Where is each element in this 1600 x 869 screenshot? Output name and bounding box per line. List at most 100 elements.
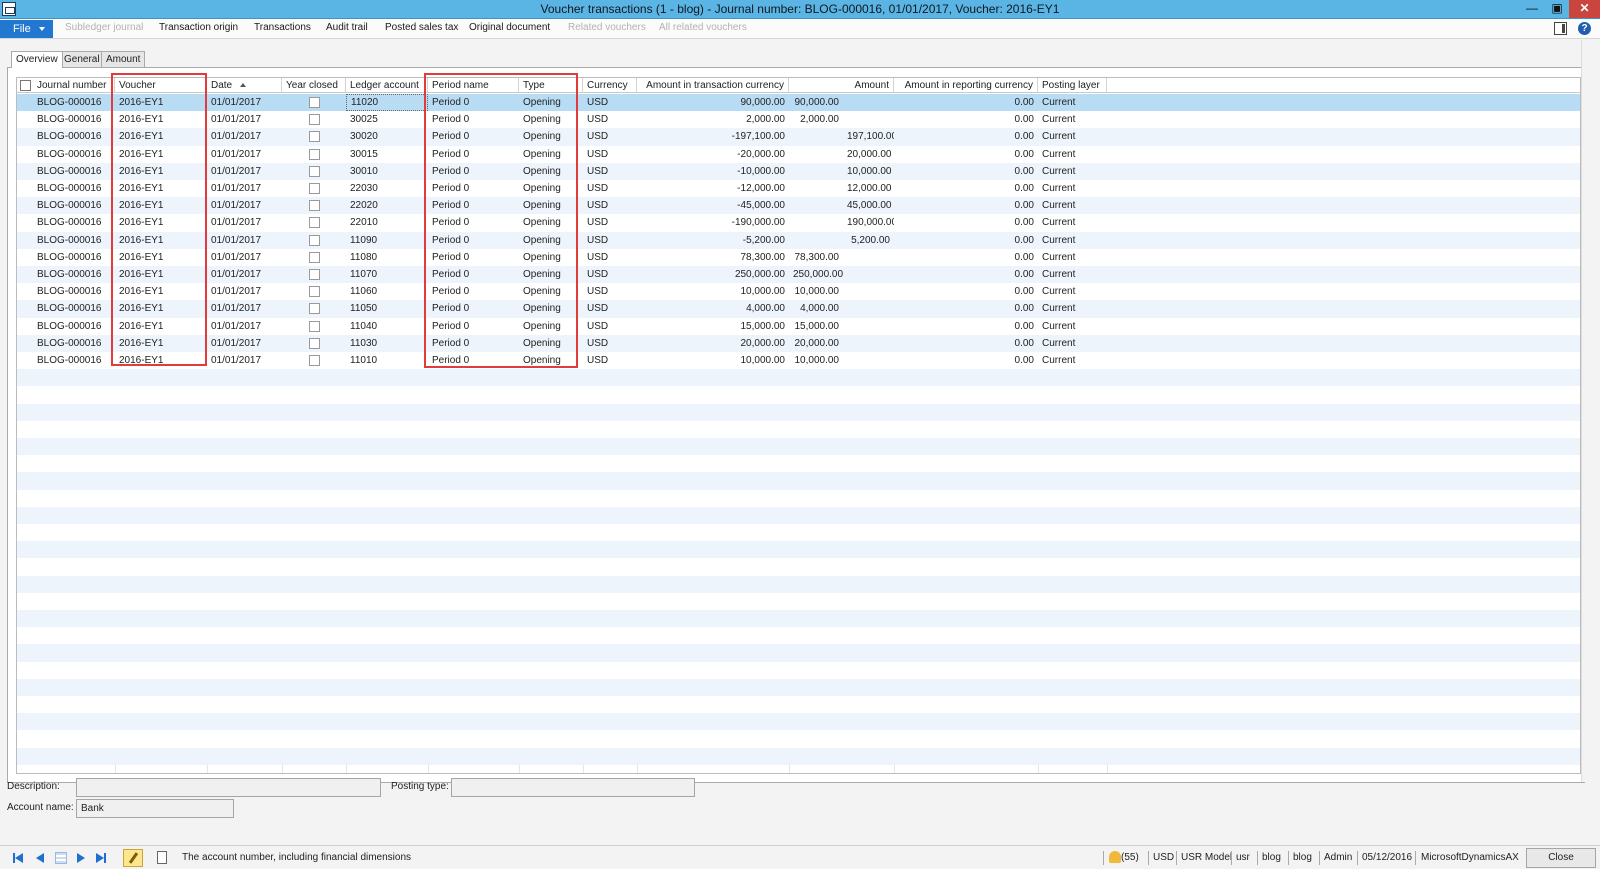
column-header-voucher[interactable]: Voucher xyxy=(115,78,207,93)
cell-type[interactable]: Opening xyxy=(519,94,583,111)
cell-ledger-account[interactable]: 11060 xyxy=(346,283,428,300)
cell-amount-debit[interactable]: 78,300.00 xyxy=(789,249,843,266)
cell-amount-transaction-currency[interactable]: 90,000.00 xyxy=(637,94,789,111)
cell-currency[interactable]: USD xyxy=(583,163,637,180)
cell-journal-number[interactable]: BLOG-000016 xyxy=(33,266,115,283)
cell-amount-reporting-currency[interactable]: 0.00 xyxy=(894,146,1038,163)
cell-voucher[interactable]: 2016-EY1 xyxy=(115,146,207,163)
year-closed-checkbox[interactable] xyxy=(309,355,320,366)
cell-period-name[interactable]: Period 0 xyxy=(428,163,519,180)
cell-amount-transaction-currency[interactable]: 20,000.00 xyxy=(637,335,789,352)
cell-ledger-account[interactable]: 11030 xyxy=(346,335,428,352)
cell-amount-transaction-currency[interactable]: 10,000.00 xyxy=(637,352,789,369)
cell-amount-transaction-currency[interactable]: 250,000.00 xyxy=(637,266,789,283)
cell-currency[interactable]: USD xyxy=(583,249,637,266)
related-vouchers-button[interactable]: Related vouchers xyxy=(568,22,646,33)
cell-posting-layer[interactable]: Current xyxy=(1038,94,1107,111)
cell-journal-number[interactable]: BLOG-000016 xyxy=(33,335,115,352)
table-row[interactable]: BLOG-000016 2016-EY1 01/01/2017 30020 Period… xyxy=(17,128,1580,146)
cell-period-name[interactable]: Period 0 xyxy=(428,197,519,214)
cell-period-name[interactable]: Period 0 xyxy=(428,335,519,352)
grid-view-icon[interactable] xyxy=(55,852,67,864)
year-closed-checkbox[interactable] xyxy=(309,234,320,246)
cell-amount-reporting-currency[interactable]: 0.00 xyxy=(894,300,1038,317)
cell-posting-layer[interactable]: Current xyxy=(1038,180,1107,197)
cell-amount-debit[interactable]: 20,000.00 xyxy=(789,335,843,352)
cell-amount-credit[interactable]: 10,000.00 xyxy=(843,163,894,180)
cell-currency[interactable]: USD xyxy=(583,197,637,214)
cell-amount-reporting-currency[interactable]: 0.00 xyxy=(894,352,1038,369)
table-row[interactable]: BLOG-000016 2016-EY1 01/01/2017 30015 Period… xyxy=(17,145,1580,163)
cell-voucher[interactable]: 2016-EY1 xyxy=(115,283,207,300)
cell-type[interactable]: Opening xyxy=(519,214,583,231)
cell-amount-transaction-currency[interactable]: 15,000.00 xyxy=(637,318,789,335)
cell-amount-transaction-currency[interactable]: -5,200.00 xyxy=(637,232,789,249)
cell-type[interactable]: Opening xyxy=(519,163,583,180)
cell-journal-number[interactable]: BLOG-000016 xyxy=(33,197,115,214)
cell-amount-reporting-currency[interactable]: 0.00 xyxy=(894,94,1038,111)
cell-amount-reporting-currency[interactable]: 0.00 xyxy=(894,197,1038,214)
cell-type[interactable]: Opening xyxy=(519,128,583,145)
cell-amount-transaction-currency[interactable]: 10,000.00 xyxy=(637,283,789,300)
cell-currency[interactable]: USD xyxy=(583,335,637,352)
year-closed-checkbox[interactable] xyxy=(309,183,320,194)
cell-type[interactable]: Opening xyxy=(519,180,583,197)
cell-amount-debit[interactable]: 250,000.00 xyxy=(789,266,843,283)
cell-ledger-account[interactable]: 22020 xyxy=(346,197,428,214)
column-header-amount-reporting-currency[interactable]: Amount in reporting currency xyxy=(894,78,1038,93)
cell-ledger-account[interactable]: 11070 xyxy=(346,266,428,283)
cell-period-name[interactable]: Period 0 xyxy=(428,111,519,128)
cell-ledger-account[interactable]: 22030 xyxy=(346,180,428,197)
status-currency[interactable]: USD xyxy=(1153,852,1174,863)
cell-ledger-account[interactable]: 11050 xyxy=(346,300,428,317)
cell-journal-number[interactable]: BLOG-000016 xyxy=(33,94,115,111)
year-closed-checkbox[interactable] xyxy=(309,131,320,143)
year-closed-checkbox[interactable] xyxy=(309,303,320,315)
table-row[interactable]: BLOG-000016 2016-EY1 01/01/2017 30010 Period… xyxy=(17,162,1580,180)
close-button[interactable]: Close xyxy=(1526,848,1596,868)
cell-amount-transaction-currency[interactable]: -12,000.00 xyxy=(637,180,789,197)
cell-voucher[interactable]: 2016-EY1 xyxy=(115,232,207,249)
cell-voucher[interactable]: 2016-EY1 xyxy=(115,352,207,369)
cell-posting-layer[interactable]: Current xyxy=(1038,335,1107,352)
cell-journal-number[interactable]: BLOG-000016 xyxy=(33,214,115,231)
first-record-icon[interactable] xyxy=(12,852,24,864)
cell-type[interactable]: Opening xyxy=(519,197,583,214)
year-closed-checkbox[interactable] xyxy=(309,217,320,229)
column-header-journal-number[interactable]: Journal number xyxy=(33,78,115,93)
notification-count[interactable]: (55) xyxy=(1121,852,1139,863)
cell-amount-credit[interactable] xyxy=(843,94,894,111)
cell-ledger-account[interactable]: 22010 xyxy=(346,214,428,231)
cell-period-name[interactable]: Period 0 xyxy=(428,352,519,369)
column-header-ledger-account[interactable]: Ledger account xyxy=(346,78,428,93)
cell-type[interactable]: Opening xyxy=(519,232,583,249)
cell-amount-debit[interactable]: 10,000.00 xyxy=(789,283,843,300)
cell-posting-layer[interactable]: Current xyxy=(1038,128,1107,145)
cell-amount-debit[interactable]: 10,000.00 xyxy=(789,352,843,369)
column-header-year-closed[interactable]: Year closed xyxy=(282,78,346,93)
table-row[interactable]: BLOG-000016 2016-EY1 01/01/2017 11050 Period… xyxy=(17,300,1580,318)
edit-mode-icon[interactable] xyxy=(123,849,143,867)
year-closed-checkbox[interactable] xyxy=(309,286,320,298)
cell-amount-transaction-currency[interactable]: 78,300.00 xyxy=(637,249,789,266)
cell-currency[interactable]: USD xyxy=(583,318,637,335)
cell-amount-transaction-currency[interactable]: 2,000.00 xyxy=(637,111,789,128)
cell-ledger-account[interactable]: 30010 xyxy=(346,163,428,180)
cell-voucher[interactable]: 2016-EY1 xyxy=(115,300,207,317)
cell-amount-transaction-currency[interactable]: 4,000.00 xyxy=(637,300,789,317)
cell-amount-credit[interactable] xyxy=(843,111,894,128)
column-header-posting-layer[interactable]: Posting layer xyxy=(1038,78,1107,93)
posting-type-field[interactable] xyxy=(451,778,695,797)
cell-journal-number[interactable]: BLOG-000016 xyxy=(33,283,115,300)
cell-currency[interactable]: USD xyxy=(583,300,637,317)
cell-date[interactable]: 01/01/2017 xyxy=(207,352,282,369)
cell-amount-credit[interactable] xyxy=(843,300,894,317)
cell-amount-credit[interactable] xyxy=(843,335,894,352)
cell-amount-credit[interactable]: 190,000.00 xyxy=(843,214,894,231)
year-closed-checkbox[interactable] xyxy=(309,200,320,212)
cell-currency[interactable]: USD xyxy=(583,146,637,163)
voucher-transactions-grid[interactable]: Journal number Voucher Date Year closed … xyxy=(16,77,1581,774)
posted-sales-tax-button[interactable]: Posted sales tax xyxy=(385,22,458,33)
cell-amount-transaction-currency[interactable]: -45,000.00 xyxy=(637,197,789,214)
cell-type[interactable]: Opening xyxy=(519,146,583,163)
